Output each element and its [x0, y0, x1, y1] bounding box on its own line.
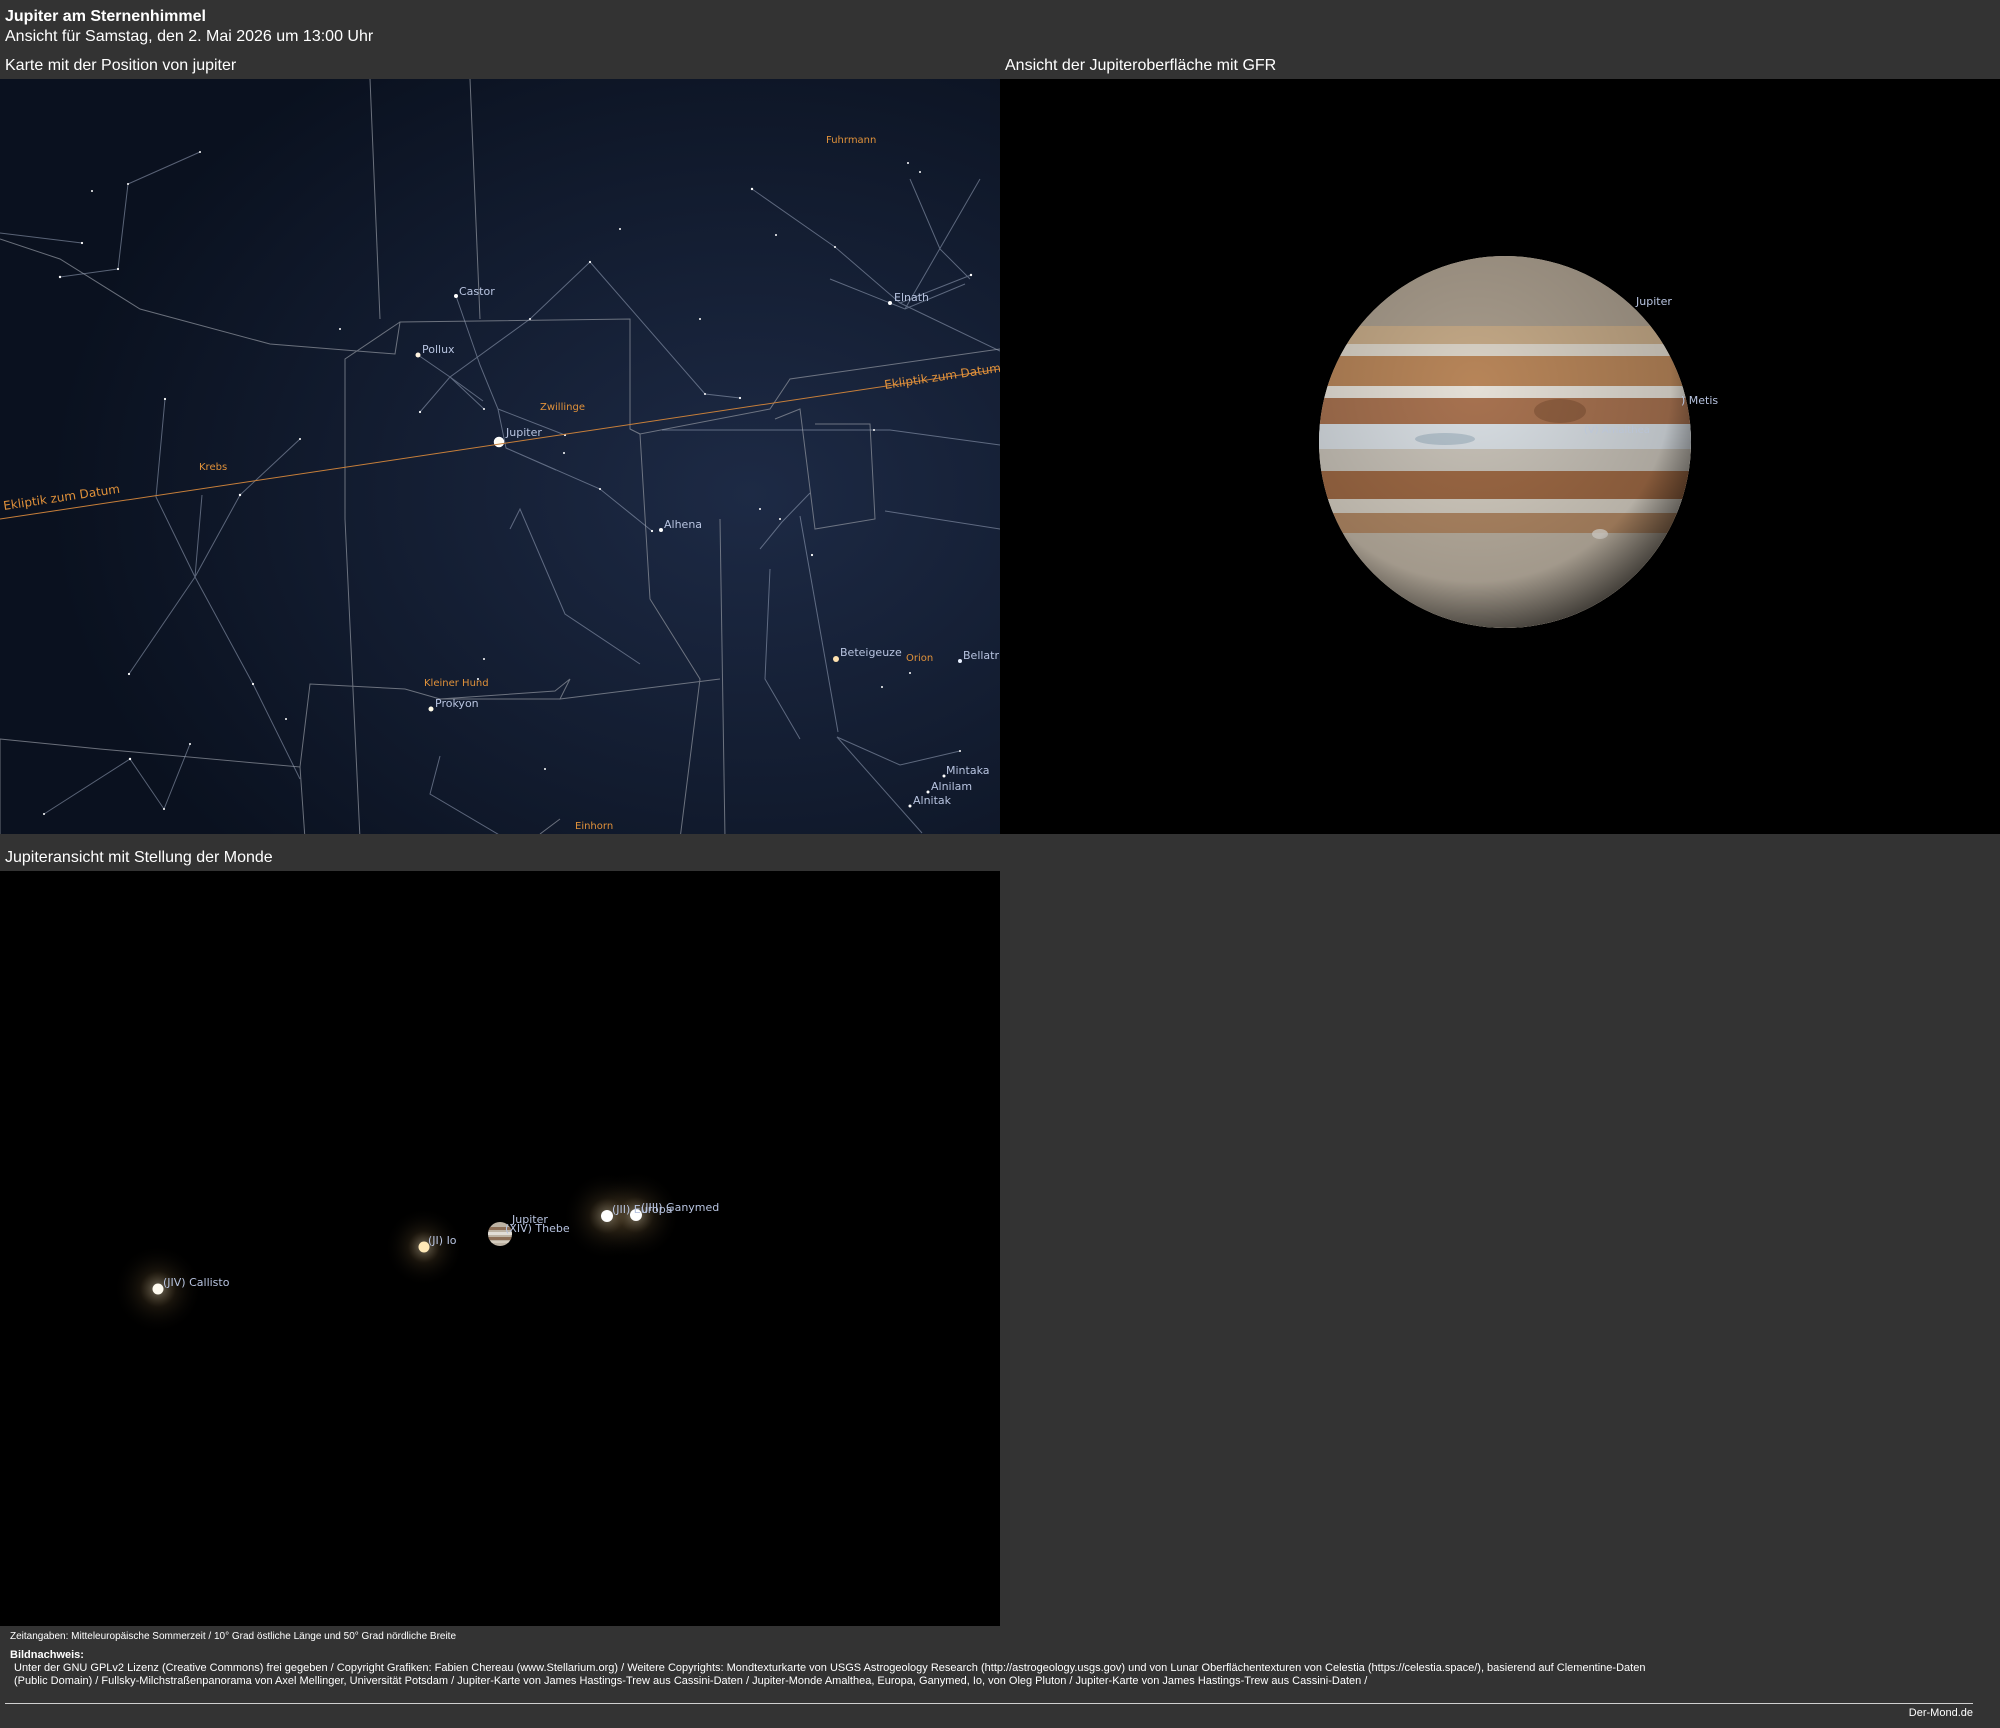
bellatrix-star [958, 659, 962, 663]
page-title: Jupiter am Sternenhimmel [5, 8, 206, 25]
moons-position-image: (JIV) Callisto (JI) Io Jupiter (XIV) The… [113, 1170, 719, 1334]
moon-label: (XIV) Thebe [505, 1222, 570, 1235]
star-label: Bellatri [963, 649, 1000, 662]
time-note: Zeitangaben: Mitteleuropäische Sommerzei… [10, 1631, 457, 1642]
jupiter-disk [1319, 256, 1691, 628]
constellation-label: Orion [906, 653, 933, 664]
star-label: Alnilam [931, 780, 972, 793]
surface-view-heading: Ansicht der Jupiteroberfläche mit GFR [1005, 57, 1277, 74]
star-label: Alnitak [913, 794, 952, 807]
sky-map-heading: Karte mit der Position von jupiter [5, 57, 237, 74]
moon-label: (JIII) Ganymed [641, 1201, 719, 1214]
prokyon-star [428, 706, 434, 712]
star-label: Elnath [894, 291, 929, 304]
jupiter-surface-image: Jupiter ) Metis (V) Amalthea [1319, 256, 1718, 628]
footer: Zeitangaben: Mitteleuropäische Sommerzei… [10, 1630, 1854, 1688]
surface-view-panel: Jupiter ) Metis (V) Amalthea [1000, 79, 2000, 834]
callisto-moon [152, 1283, 164, 1295]
site-name: Der-Mond.de [1908, 1707, 1973, 1719]
sky-map-chart: Ekliptik zum Datum Ekliptik zum Datum Fu… [0, 79, 1000, 834]
moons-view-heading: Jupiteransicht mit Stellung der Monde [5, 849, 273, 866]
elnath-star [888, 301, 892, 305]
surface-label: (V) Amalthea [1584, 425, 1650, 436]
star-label: Alhena [664, 518, 702, 531]
credits-line: Unter der GNU GPLv2 Lizenz (Creative Com… [14, 1662, 1646, 1674]
star-label: Prokyon [435, 697, 479, 710]
credits-title: Bildnachweis: [10, 1649, 84, 1661]
jupiter-marker [493, 436, 505, 448]
sky-map-panel: Ekliptik zum Datum Ekliptik zum Datum Fu… [0, 79, 1000, 834]
surface-label: Jupiter [1635, 295, 1672, 308]
castor-star [454, 294, 458, 298]
pollux-star [415, 352, 421, 358]
page-subtitle: Ansicht für Samstag, den 2. Mai 2026 um … [5, 28, 374, 45]
credits-line: (Public Domain) / Fullsky-Milchstraßenpa… [14, 1675, 1368, 1687]
alnitak-star [908, 804, 912, 808]
star-label: Castor [459, 285, 495, 298]
moon-label: (JI) Io [428, 1234, 457, 1247]
credits-body: Unter der GNU GPLv2 Lizenz (Creative Com… [10, 1662, 1854, 1688]
surface-label: ) Metis [1681, 394, 1718, 407]
star-label: Pollux [422, 343, 455, 356]
footer-divider [5, 1703, 1973, 1704]
constellation-label: Krebs [199, 462, 227, 473]
star-label: Mintaka [946, 764, 990, 777]
constellation-label: Zwillinge [540, 402, 585, 413]
star-label: Jupiter [505, 426, 542, 439]
moon-label: (JIV) Callisto [163, 1276, 230, 1289]
constellation-label: Fuhrmann [826, 135, 876, 146]
constellation-label: Einhorn [575, 821, 613, 832]
star-label: Beteigeuze [840, 646, 902, 659]
moons-view-panel: (JIV) Callisto (JI) Io Jupiter (XIV) The… [0, 871, 1000, 1626]
beteigeuze-star [833, 656, 839, 662]
sky-background [0, 79, 1000, 834]
constellation-label: Kleiner Hund [424, 678, 489, 689]
alhena-star [659, 528, 663, 532]
